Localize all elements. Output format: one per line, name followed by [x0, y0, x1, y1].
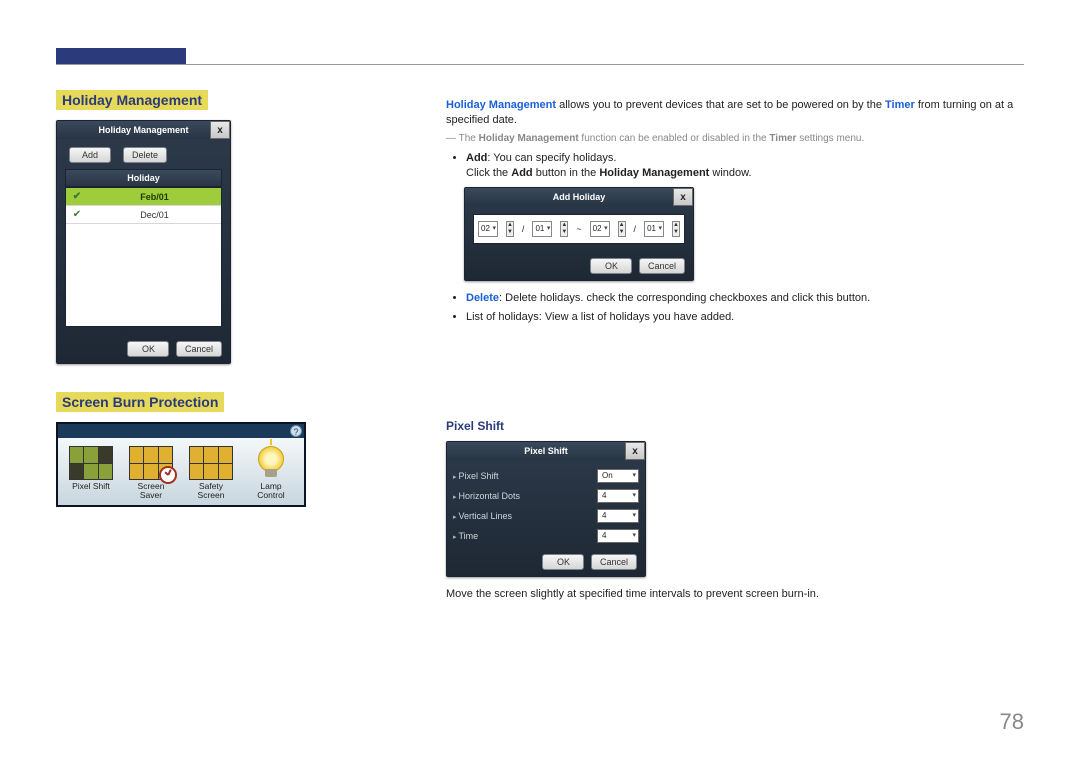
list-header-holiday: Holiday — [65, 169, 222, 187]
row-label: Horizontal Dots — [453, 491, 520, 501]
note-line: ― The Holiday Management function can be… — [446, 132, 1024, 146]
dialog-titlebar: Add Holiday x — [465, 188, 693, 206]
item-safety-screen[interactable]: Safety Screen — [186, 446, 236, 501]
bulb-icon — [249, 446, 293, 480]
close-icon[interactable]: x — [210, 121, 230, 139]
time-select[interactable]: 4 — [597, 529, 639, 543]
to-month-select[interactable]: 02 — [590, 221, 610, 237]
list-item-label: Dec/01 — [88, 210, 221, 220]
stepper-icon[interactable]: ▲▼ — [618, 221, 626, 237]
close-icon[interactable]: x — [625, 442, 645, 460]
bullet-list-of-holidays: List of holidays: View a list of holiday… — [466, 310, 1024, 325]
stepper-icon[interactable]: ▲▼ — [560, 221, 568, 237]
from-month-select[interactable]: 02 — [478, 221, 498, 237]
top-rule — [56, 64, 1024, 65]
holiday-list: ✔ Feb/01 ✔ Dec/01 — [65, 187, 222, 327]
heading-pixel-shift: Pixel Shift — [446, 419, 1024, 433]
dialog-titlebar: Holiday Management x — [57, 121, 230, 139]
item-label: Screen Saver — [126, 482, 176, 501]
from-day-select[interactable]: 01 — [532, 221, 552, 237]
page-number: 78 — [1000, 709, 1024, 735]
row-label: Vertical Lines — [453, 511, 512, 521]
list-item-label: Feb/01 — [88, 192, 221, 202]
clock-icon — [159, 466, 177, 484]
row-horizontal-dots: Horizontal Dots 4 — [447, 486, 645, 506]
bullet-delete: Delete: Delete holidays. check the corre… — [466, 291, 1024, 306]
screen-burn-panel: ? Pixel Shift Screen Saver Safety Screen — [56, 422, 306, 507]
row-label: Time — [453, 531, 478, 541]
item-screen-saver[interactable]: Screen Saver — [126, 446, 176, 501]
list-item[interactable]: ✔ Dec/01 — [66, 206, 221, 224]
item-label: Pixel Shift — [66, 482, 116, 491]
row-pixel-shift: Pixel Shift On — [447, 466, 645, 486]
holiday-management-dialog: Holiday Management x Add Delete Holiday … — [56, 120, 231, 364]
dialog-title: Pixel Shift — [524, 446, 568, 456]
help-icon[interactable]: ? — [290, 425, 302, 437]
stepper-icon[interactable]: ▲▼ — [506, 221, 514, 237]
dialog-title: Add Holiday — [553, 192, 606, 202]
close-icon[interactable]: x — [673, 188, 693, 206]
vertical-lines-select[interactable]: 4 — [597, 509, 639, 523]
item-lamp-control[interactable]: Lamp Control — [246, 446, 296, 501]
check-icon[interactable]: ✔ — [66, 209, 88, 220]
bullet-add: Add: You can specify holidays. Click the… — [466, 151, 1024, 181]
list-item[interactable]: ✔ Feb/01 — [66, 188, 221, 206]
cancel-button[interactable]: Cancel — [176, 341, 222, 357]
dialog-title: Holiday Management — [98, 125, 188, 135]
term-holiday-management: Holiday Management — [446, 99, 556, 111]
item-label: Safety Screen — [186, 482, 236, 501]
panel-top-bar: ? — [58, 424, 304, 438]
cancel-button[interactable]: Cancel — [591, 554, 637, 570]
heading-screen-burn-protection: Screen Burn Protection — [56, 392, 224, 412]
row-vertical-lines: Vertical Lines 4 — [447, 506, 645, 526]
paragraph: Holiday Management allows you to prevent… — [446, 98, 1024, 128]
date-range-controls: 02 ▲▼ / 01 ▲▼ ~ 02 ▲▼ / 01 ▲▼ — [473, 214, 685, 244]
pixel-shift-description: Move the screen slightly at specified ti… — [446, 587, 1024, 602]
delete-button[interactable]: Delete — [123, 147, 167, 163]
row-time: Time 4 — [447, 526, 645, 546]
to-day-select[interactable]: 01 — [644, 221, 664, 237]
add-button[interactable]: Add — [69, 147, 111, 163]
ok-button[interactable]: OK — [590, 258, 632, 274]
item-pixel-shift[interactable]: Pixel Shift — [66, 446, 116, 501]
dialog-titlebar: Pixel Shift x — [447, 442, 645, 460]
pixel-shift-select[interactable]: On — [597, 469, 639, 483]
ok-button[interactable]: OK — [542, 554, 584, 570]
cancel-button[interactable]: Cancel — [639, 258, 685, 274]
ok-button[interactable]: OK — [127, 341, 169, 357]
check-icon[interactable]: ✔ — [66, 191, 88, 202]
row-label: Pixel Shift — [453, 471, 499, 481]
heading-holiday-management: Holiday Management — [56, 90, 208, 110]
stepper-icon[interactable]: ▲▼ — [672, 221, 680, 237]
pixel-shift-dialog: Pixel Shift x Pixel Shift On Horizontal … — [446, 441, 646, 577]
horizontal-dots-select[interactable]: 4 — [597, 489, 639, 503]
term-timer: Timer — [885, 99, 915, 111]
add-holiday-dialog: Add Holiday x 02 ▲▼ / 01 ▲▼ ~ 02 ▲▼ / 01 — [464, 187, 694, 281]
chapter-accent-bar — [56, 48, 186, 64]
